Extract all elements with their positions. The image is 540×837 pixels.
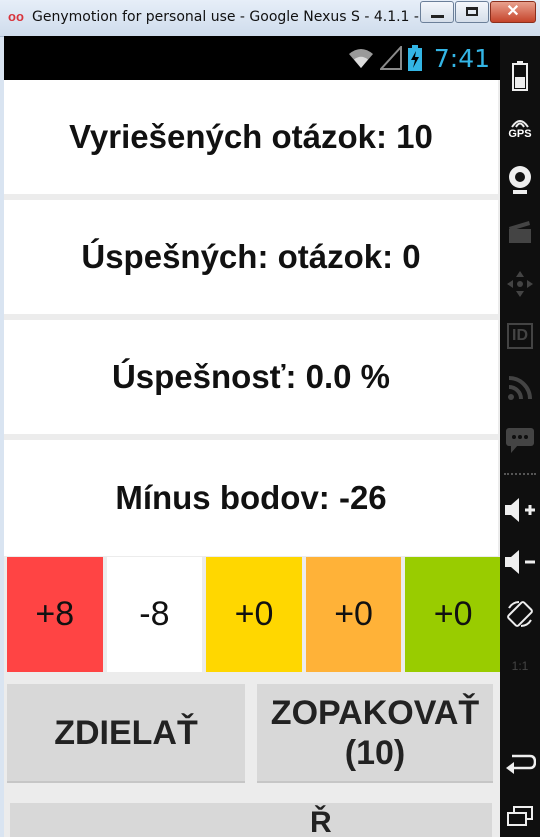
stat-success-rate: Úspešnosť: 0.0 % bbox=[4, 320, 498, 434]
stat-minus-points: Mínus bodov: -26 bbox=[4, 440, 498, 556]
volume-up-icon[interactable] bbox=[500, 490, 540, 530]
repeat-button[interactable]: ZOPAKOVAŤ (10) bbox=[257, 684, 493, 783]
scale-icon[interactable]: 1:1 bbox=[500, 646, 540, 686]
webcam-icon[interactable] bbox=[500, 160, 540, 200]
id-label: ID bbox=[507, 323, 533, 349]
score-strip: +8 -8 +0 +0 +0 bbox=[7, 557, 500, 672]
genymotion-logo-icon: oo bbox=[8, 9, 24, 24]
bottom-button[interactable]: Ř bbox=[10, 803, 492, 837]
genymotion-sidebar: GPS ID 1:1 bbox=[500, 36, 540, 837]
window-title: Genymotion for personal use - Google Nex… bbox=[32, 9, 437, 25]
bottom-button-label: Ř bbox=[310, 806, 332, 837]
close-icon: ✕ bbox=[506, 3, 520, 20]
score-cell-1: +8 bbox=[7, 557, 103, 672]
score-cell-4: +0 bbox=[305, 557, 402, 672]
scale-label: 1:1 bbox=[511, 659, 529, 673]
gps-icon[interactable]: GPS bbox=[500, 108, 540, 148]
signal-icon bbox=[379, 46, 402, 70]
repeat-button-count: (10) bbox=[344, 733, 406, 772]
dpad-icon[interactable] bbox=[500, 264, 540, 304]
device-screen: 7:41 Vyriešených otázok: 10 Úspešných: o… bbox=[4, 36, 500, 837]
back-icon[interactable] bbox=[500, 742, 540, 782]
video-icon[interactable] bbox=[500, 212, 540, 252]
recent-apps-icon[interactable] bbox=[500, 796, 540, 836]
rotate-icon[interactable] bbox=[500, 594, 540, 634]
sms-icon[interactable] bbox=[500, 420, 540, 460]
battery-icon[interactable] bbox=[500, 56, 540, 96]
volume-down-icon[interactable] bbox=[500, 542, 540, 582]
app-content: Vyriešených otázok: 10 Úspešných: otázok… bbox=[4, 80, 500, 837]
score-cell-5: +0 bbox=[405, 557, 500, 672]
sidebar-divider bbox=[504, 473, 536, 475]
gps-label: GPS bbox=[508, 128, 532, 140]
minimize-button[interactable] bbox=[420, 1, 454, 23]
rss-icon[interactable] bbox=[500, 368, 540, 408]
close-button[interactable]: ✕ bbox=[490, 1, 536, 23]
stat-successful-questions: Úspešných: otázok: 0 bbox=[4, 200, 498, 314]
maximize-button[interactable] bbox=[455, 1, 489, 23]
score-cell-3: +0 bbox=[206, 557, 302, 672]
share-button[interactable]: ZDIELAŤ bbox=[7, 684, 245, 783]
score-cell-2: -8 bbox=[106, 557, 203, 672]
battery-charging-icon bbox=[407, 45, 422, 71]
stat-solved-questions: Vyriešených otázok: 10 bbox=[4, 80, 498, 194]
window-titlebar: oo Genymotion for personal use - Google … bbox=[0, 0, 540, 37]
wifi-icon bbox=[348, 49, 373, 68]
id-icon[interactable]: ID bbox=[500, 316, 540, 356]
repeat-button-label: ZOPAKOVAŤ bbox=[270, 693, 480, 732]
android-status-bar: 7:41 bbox=[4, 36, 500, 80]
status-time: 7:41 bbox=[433, 43, 490, 73]
